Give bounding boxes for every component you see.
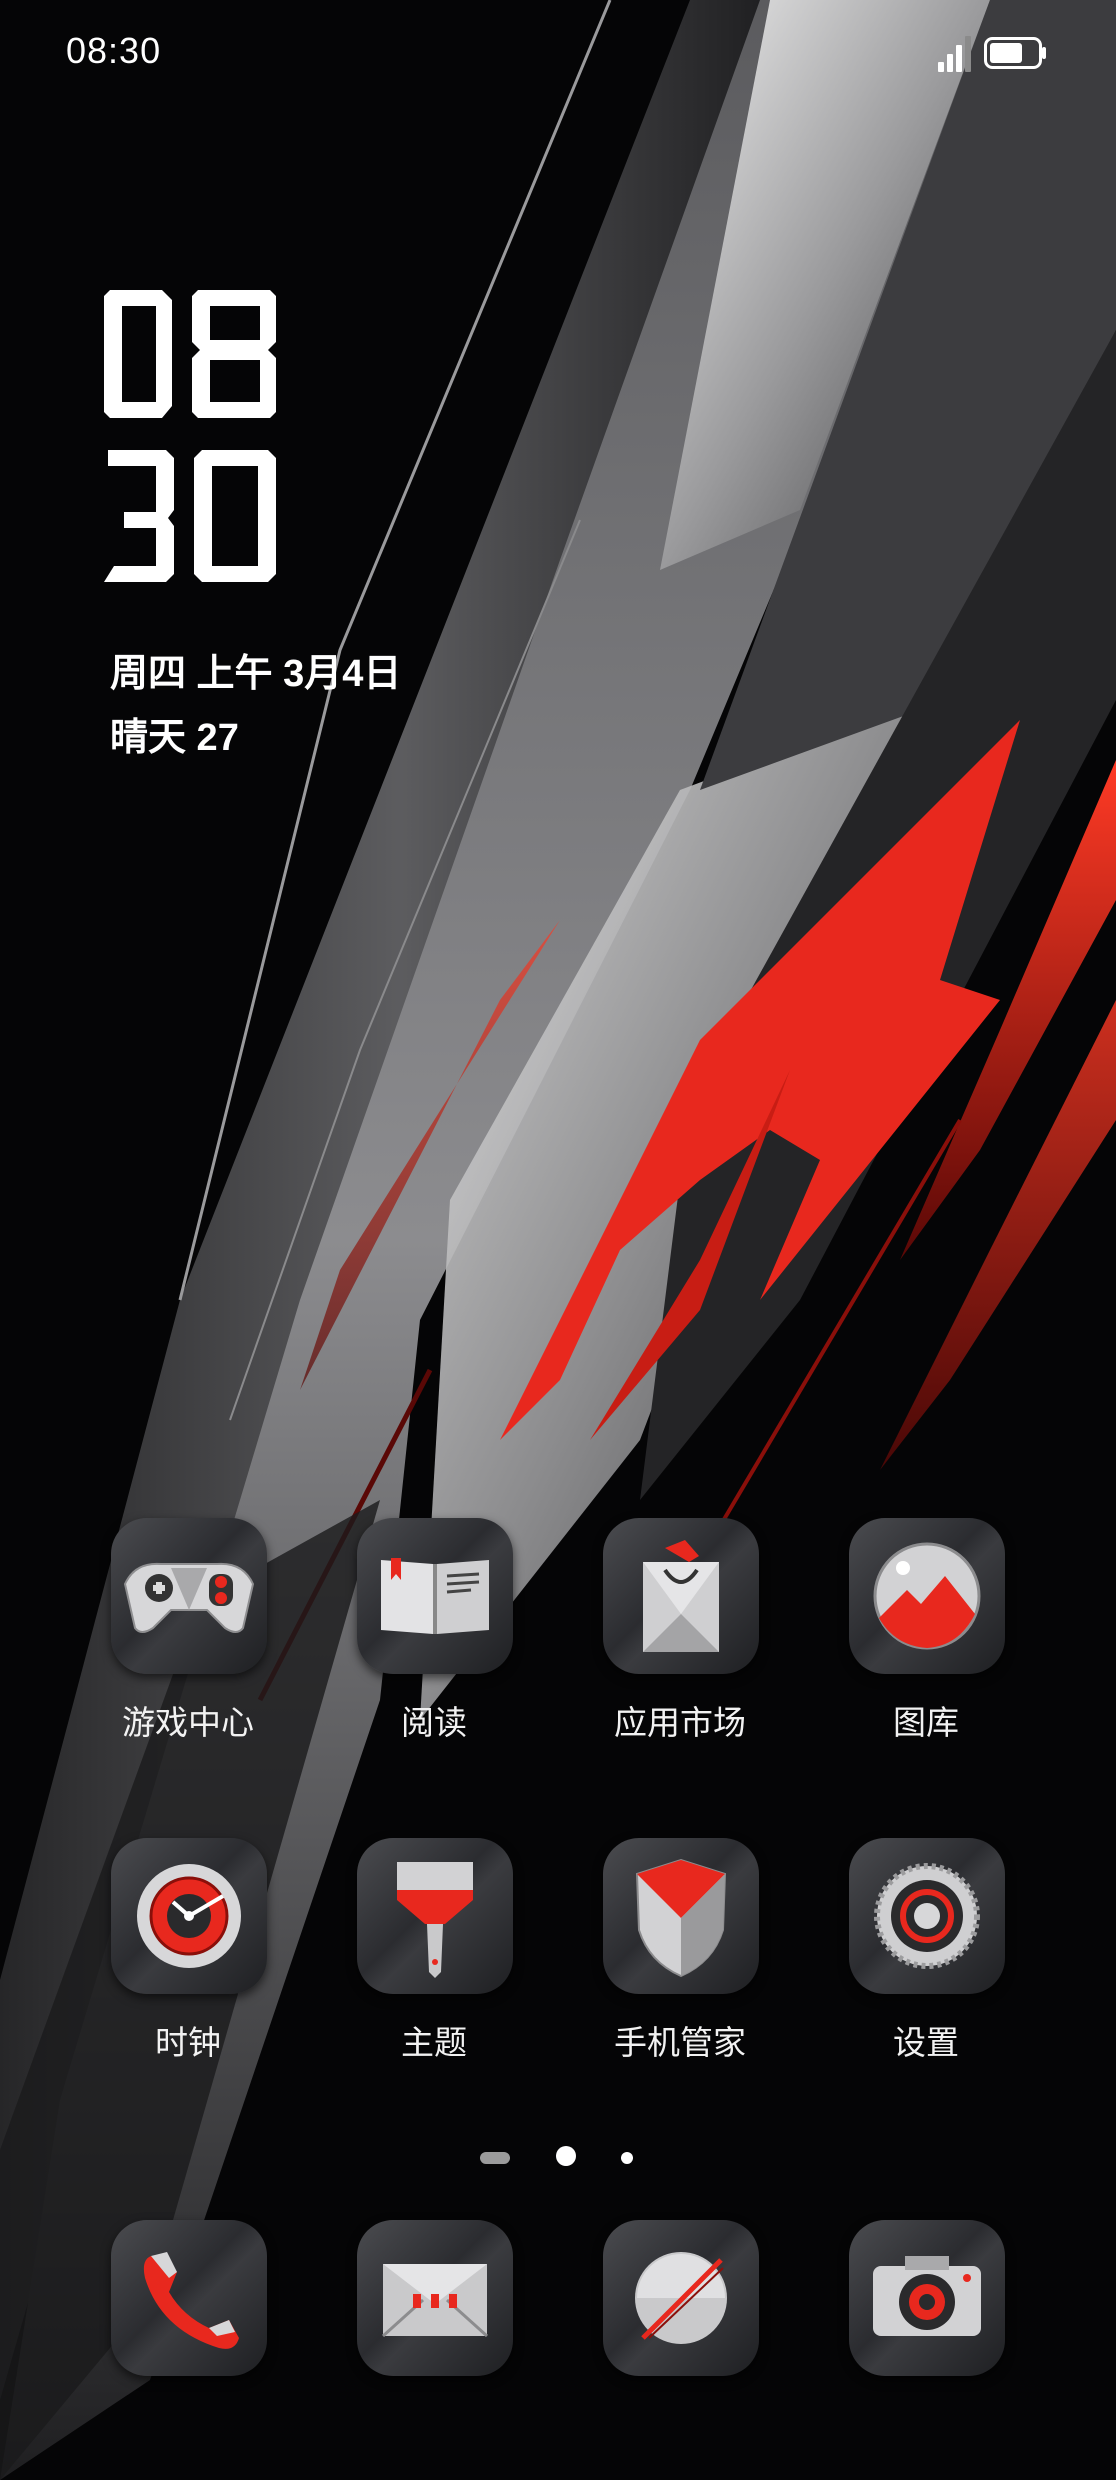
page-dot-2-current[interactable] — [556, 2146, 576, 2166]
battery-icon — [984, 37, 1046, 69]
app-tile[interactable] — [603, 1838, 759, 1994]
shopping-bag-icon — [643, 1540, 719, 1652]
app-tile[interactable] — [357, 1838, 513, 1994]
gallery-icon — [873, 1542, 981, 1650]
app-label: 游戏中心 — [122, 1704, 254, 1741]
book-icon — [381, 1558, 489, 1634]
app-phone-manager[interactable]: 手机管家 — [580, 1838, 780, 2088]
app-tile[interactable] — [111, 1838, 267, 1994]
cellular-signal-icon — [938, 36, 971, 72]
app-tile[interactable] — [603, 1518, 759, 1674]
big-clock-digits — [104, 290, 276, 582]
date-text: 周四 上午 3月4日 — [110, 653, 402, 695]
app-reading[interactable]: 阅读 — [334, 1518, 534, 1768]
app-label: 主题 — [401, 2024, 467, 2061]
app-tile[interactable] — [357, 1518, 513, 1674]
dock-camera[interactable] — [826, 2220, 1026, 2380]
camera-icon — [873, 2256, 981, 2336]
dock-phone[interactable] — [88, 2220, 288, 2380]
phone-icon — [143, 2252, 239, 2349]
clock-icon — [137, 1864, 241, 1968]
app-market[interactable]: 应用市场 — [580, 1518, 780, 1768]
app-tile[interactable] — [849, 1518, 1005, 1674]
app-label: 图库 — [893, 1704, 959, 1741]
weather-text: 晴天 27 — [110, 717, 239, 759]
app-tile[interactable] — [111, 2220, 267, 2376]
app-label: 手机管家 — [614, 2024, 746, 2061]
status-time: 08:30 — [66, 30, 162, 71]
app-label: 设置 — [893, 2024, 959, 2061]
app-label: 阅读 — [401, 1704, 467, 1741]
page-dot-1[interactable] — [480, 2152, 510, 2164]
page-dot-3[interactable] — [621, 2152, 633, 2164]
app-gallery[interactable]: 图库 — [826, 1518, 1026, 1768]
messages-icon — [381, 2264, 489, 2338]
dock-messages[interactable] — [334, 2220, 534, 2380]
app-label: 时钟 — [155, 2024, 221, 2061]
gamepad-icon — [123, 1562, 255, 1633]
app-theme[interactable]: 主题 — [334, 1838, 534, 2088]
app-tile[interactable] — [111, 1518, 267, 1674]
page-indicator[interactable] — [480, 2146, 640, 2170]
app-settings[interactable]: 设置 — [826, 1838, 1026, 2088]
app-tile[interactable] — [603, 2220, 759, 2376]
browser-compass-icon — [635, 2252, 727, 2344]
app-tile[interactable] — [849, 2220, 1005, 2376]
app-clock[interactable]: 时钟 — [88, 1838, 288, 2088]
paintbrush-icon — [397, 1862, 473, 1978]
gear-icon — [874, 1863, 980, 1969]
app-tile[interactable] — [849, 1838, 1005, 1994]
app-game-center[interactable]: 游戏中心 — [88, 1518, 288, 1768]
app-label: 应用市场 — [614, 1704, 746, 1741]
shield-icon — [635, 1858, 727, 1978]
dock-browser[interactable] — [580, 2220, 780, 2380]
clock-weather-widget[interactable]: 08 30 周四 上午 3月4日 晴天 27 — [100, 282, 520, 762]
status-bar: 08:30 — [0, 0, 1116, 110]
app-tile[interactable] — [357, 2220, 513, 2376]
